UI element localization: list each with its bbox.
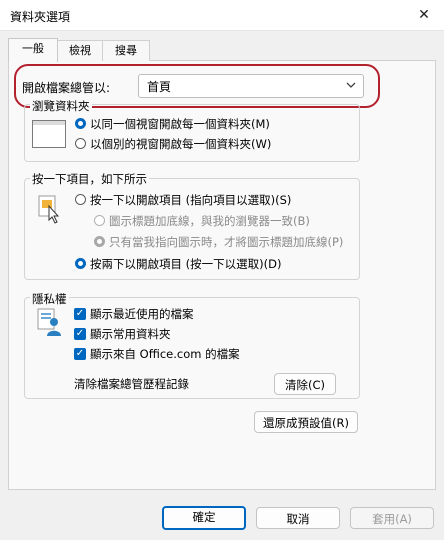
separate-window-radio[interactable] bbox=[75, 138, 86, 149]
privacy-icon bbox=[34, 306, 66, 338]
browse-folders-legend: 瀏覽資料夾 bbox=[30, 98, 92, 114]
underline-browser-label: 圖示標題加底線，與我的瀏覽器一致(B) bbox=[109, 214, 310, 228]
tab-view[interactable]: 檢視 bbox=[56, 40, 104, 61]
same-window-radio[interactable] bbox=[75, 118, 86, 129]
double-click-radio[interactable] bbox=[75, 258, 86, 269]
clear-button[interactable]: 清除(C) bbox=[274, 373, 336, 395]
tab-search[interactable]: 搜尋 bbox=[102, 40, 150, 61]
underline-hover-radio bbox=[94, 236, 105, 247]
pointer-icon bbox=[36, 192, 66, 224]
restore-defaults-button[interactable]: 還原成預設值(R) bbox=[254, 411, 358, 433]
recent-files-checkbox[interactable]: ✓ bbox=[74, 308, 86, 320]
separate-window-label[interactable]: 以個別的視窗開啟每一個資料夾(W) bbox=[90, 136, 271, 152]
single-click-label[interactable]: 按一下以開啟項目 (指向項目以選取)(S) bbox=[90, 192, 291, 208]
window-icon bbox=[32, 120, 66, 148]
apply-button[interactable]: 套用(A) bbox=[350, 507, 434, 529]
underline-browser-radio bbox=[94, 215, 105, 226]
office-files-checkbox[interactable]: ✓ bbox=[74, 348, 86, 360]
office-files-label[interactable]: 顯示來自 Office.com 的檔案 bbox=[90, 346, 240, 362]
click-items-legend: 按一下項目，如下所示 bbox=[30, 171, 149, 187]
clear-history-label: 清除檔案總管歷程記錄 bbox=[74, 377, 189, 391]
underline-hover-label: 只有當我指向圖示時，才將圖示標題加底線(P) bbox=[109, 235, 344, 249]
double-click-label[interactable]: 按兩下以開啟項目 (按一下以選取)(D) bbox=[90, 256, 281, 272]
ok-button[interactable]: 確定 bbox=[162, 506, 246, 530]
tab-general[interactable]: 一般 bbox=[8, 38, 58, 62]
frequent-folders-label[interactable]: 顯示常用資料夾 bbox=[90, 326, 171, 342]
same-window-label[interactable]: 以同一個視窗開啟每一個資料夾(M) bbox=[90, 116, 270, 132]
frequent-folders-checkbox[interactable]: ✓ bbox=[74, 328, 86, 340]
window-title: 資料夾選項 bbox=[10, 10, 71, 24]
close-icon[interactable]: ✕ bbox=[410, 4, 438, 26]
recent-files-label[interactable]: 顯示最近使用的檔案 bbox=[90, 306, 194, 322]
cancel-button[interactable]: 取消 bbox=[256, 507, 340, 529]
privacy-legend: 隱私權 bbox=[30, 291, 69, 307]
single-click-radio[interactable] bbox=[75, 194, 86, 205]
